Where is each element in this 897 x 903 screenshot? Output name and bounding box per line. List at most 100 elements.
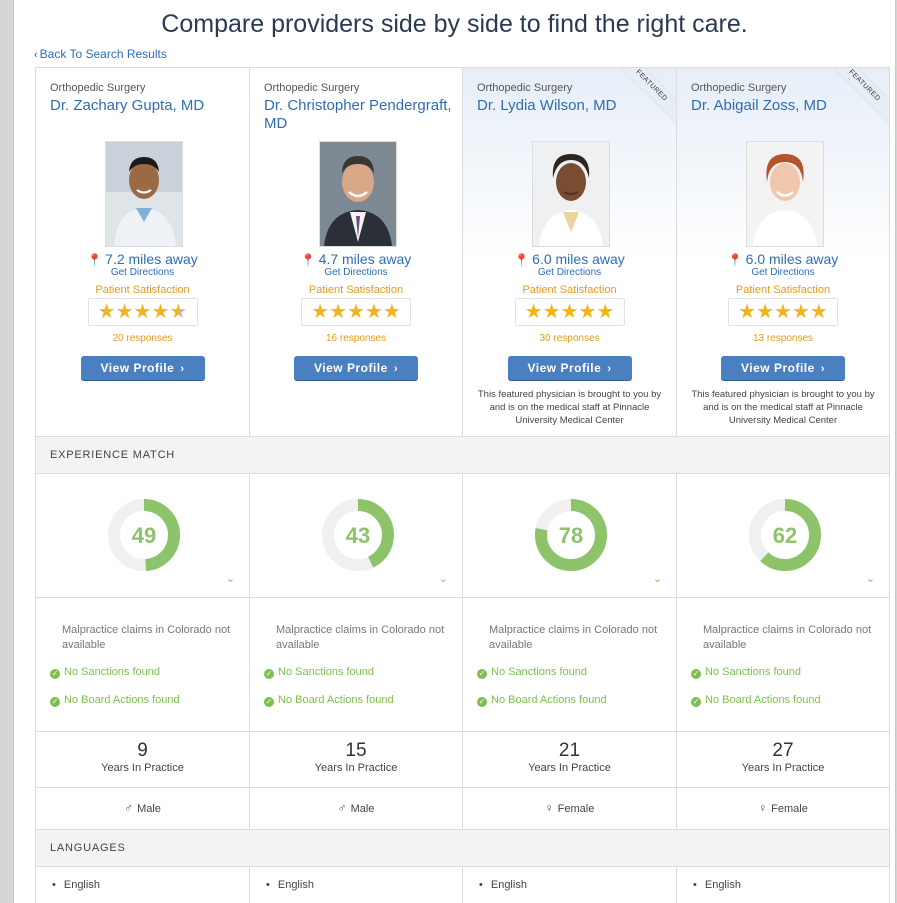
- experience-match-header: EXPERIENCE MATCH: [35, 437, 890, 474]
- sanctions-status: ✓ No Sanctions found: [691, 666, 801, 679]
- featured-ribbon: FEATURED: [613, 68, 676, 124]
- chevron-left-icon: ‹: [34, 49, 38, 61]
- sanctions-status: ✓ No Sanctions found: [264, 666, 374, 679]
- patient-satisfaction-label: Patient Satisfaction: [95, 284, 190, 296]
- star-rating: ★★★★★: [514, 298, 625, 326]
- chevron-right-icon: ›: [393, 363, 398, 375]
- distance: 📍 4.7 miles away: [250, 251, 462, 267]
- sanctions-label: No Sanctions found: [491, 666, 588, 678]
- view-profile-button[interactable]: View Profile ›: [721, 356, 845, 380]
- chevron-down-icon[interactable]: ⌄: [439, 572, 448, 585]
- page-title: Compare providers side by side to find t…: [161, 10, 748, 38]
- view-profile-button[interactable]: View Profile ›: [507, 356, 632, 380]
- malpractice-text: Malpractice claims in Colorado not avail…: [276, 624, 445, 651]
- doctor-name-link[interactable]: Dr. Zachary Gupta, MD: [50, 97, 240, 115]
- compare-page: Compare providers side by side to find t…: [13, 0, 896, 903]
- star-rating: ★★★★★: [728, 298, 838, 326]
- years-label: Years In Practice: [528, 762, 611, 774]
- star-icon: ★: [382, 301, 401, 323]
- distance: 📍 7.2 miles away: [36, 251, 249, 267]
- check-circle-icon: ✓: [691, 669, 701, 679]
- male-icon: ♂: [124, 801, 134, 815]
- chevron-down-icon[interactable]: ⌄: [866, 572, 875, 585]
- doctor-photo: [532, 141, 610, 247]
- chevron-down-icon[interactable]: ⌄: [653, 572, 662, 585]
- check-circle-icon: ✓: [477, 669, 487, 679]
- featured-note: This featured physician is brought to yo…: [691, 389, 875, 426]
- years-cell: 15 Years In Practice: [249, 732, 462, 787]
- star-icon: ★: [364, 301, 383, 323]
- doctor-name-link[interactable]: Dr. Abigail Zoss, MD: [691, 97, 881, 115]
- bullet-icon: •: [52, 879, 56, 891]
- star-icon: ★: [311, 301, 330, 323]
- sanctions-label: No Sanctions found: [278, 666, 375, 678]
- background-checks-cell: Malpractice claims in Colorado not avail…: [35, 598, 249, 731]
- doctor-name-link[interactable]: Dr. Lydia Wilson, MD: [477, 97, 667, 115]
- get-directions-link[interactable]: Get Directions: [36, 267, 249, 278]
- bullet-icon: •: [479, 879, 483, 891]
- patient-satisfaction-label: Patient Satisfaction: [522, 284, 617, 296]
- star-icon: ★: [560, 301, 579, 323]
- board-actions-status: ✓ No Board Actions found: [691, 694, 821, 707]
- board-label: No Board Actions found: [491, 694, 607, 706]
- sanctions-status: ✓ No Sanctions found: [50, 666, 160, 679]
- stars: ★★★★★: [729, 299, 837, 325]
- chevron-down-icon[interactable]: ⌄: [226, 572, 235, 585]
- experience-score-cell: 78 ⌄: [462, 474, 676, 597]
- gender-label: Male: [137, 803, 161, 815]
- doctor-photo: [319, 141, 397, 247]
- view-profile-button[interactable]: View Profile ›: [80, 356, 205, 380]
- years-value: 15: [345, 740, 367, 761]
- star-rating: ★★★★★: [301, 298, 411, 326]
- years-cell: 9 Years In Practice: [35, 732, 249, 787]
- specialty: Orthopedic Surgery: [477, 82, 573, 94]
- view-profile-label: View Profile: [100, 361, 175, 375]
- doctor-photo: [746, 141, 824, 247]
- experience-score-cell: 49 ⌄: [35, 474, 249, 597]
- background-checks-cell: Malpractice claims in Colorado not avail…: [249, 598, 462, 731]
- years-cell: 27 Years In Practice: [676, 732, 890, 787]
- language-cell: • English: [462, 867, 676, 903]
- years-value: 21: [558, 740, 581, 761]
- check-circle-icon: ✓: [264, 669, 274, 679]
- score-ring: 49: [108, 499, 180, 571]
- view-profile-button[interactable]: View Profile ›: [294, 356, 418, 380]
- check-circle-icon: ✓: [691, 697, 701, 707]
- map-pin-icon: 📍: [300, 253, 316, 267]
- check-circle-icon: ✓: [50, 697, 60, 707]
- language-cell: • English: [35, 867, 249, 903]
- get-directions-link[interactable]: Get Directions: [463, 267, 676, 278]
- stars: ★★★★★: [89, 299, 197, 325]
- get-directions-link[interactable]: Get Directions: [677, 267, 889, 278]
- experience-score-cell: 43 ⌄: [249, 474, 462, 597]
- response-count: 16 responses: [325, 333, 387, 344]
- score-value: 78: [559, 523, 583, 548]
- bullet-icon: •: [693, 879, 697, 891]
- star-icon: ★: [524, 301, 543, 323]
- doctor-name-link[interactable]: Dr. Christopher Pendergraft, MD: [264, 97, 454, 133]
- check-circle-icon: ✓: [477, 697, 487, 707]
- provider-card: Orthopedic Surgery Dr. Christopher Pende…: [249, 68, 462, 436]
- check-circle-icon: ✓: [264, 697, 274, 707]
- gender-label: Male: [350, 803, 375, 815]
- star-icon: ★: [542, 301, 561, 323]
- distance-label: 6.0 miles away: [745, 251, 839, 267]
- distance: 📍 6.0 miles away: [677, 251, 889, 267]
- languages-header: LANGUAGES: [35, 830, 890, 867]
- back-to-search-link[interactable]: ‹ Back To Search Results: [34, 47, 167, 61]
- languages-row: • English • English • English • English: [35, 867, 890, 903]
- board-label: No Board Actions found: [64, 694, 180, 706]
- patient-satisfaction-label: Patient Satisfaction: [308, 284, 404, 296]
- response-count: 30 responses: [539, 333, 600, 344]
- view-profile-label: View Profile: [527, 361, 602, 375]
- experience-scores-row: 49 ⌄ 43 ⌄ 78 ⌄ 62 ⌄: [35, 474, 890, 598]
- star-icon: ★: [97, 301, 116, 323]
- patient-satisfaction-label: Patient Satisfaction: [735, 284, 831, 296]
- get-directions-link[interactable]: Get Directions: [250, 267, 462, 278]
- star-icon: ★: [347, 301, 365, 323]
- response-count: 13 responses: [752, 333, 814, 344]
- malpractice-text: Malpractice claims in Colorado not avail…: [489, 624, 658, 651]
- gender-cell: ♂ Male: [249, 788, 462, 829]
- board-actions-status: ✓ No Board Actions found: [50, 694, 180, 707]
- featured-ribbon: FEATURED: [826, 68, 889, 124]
